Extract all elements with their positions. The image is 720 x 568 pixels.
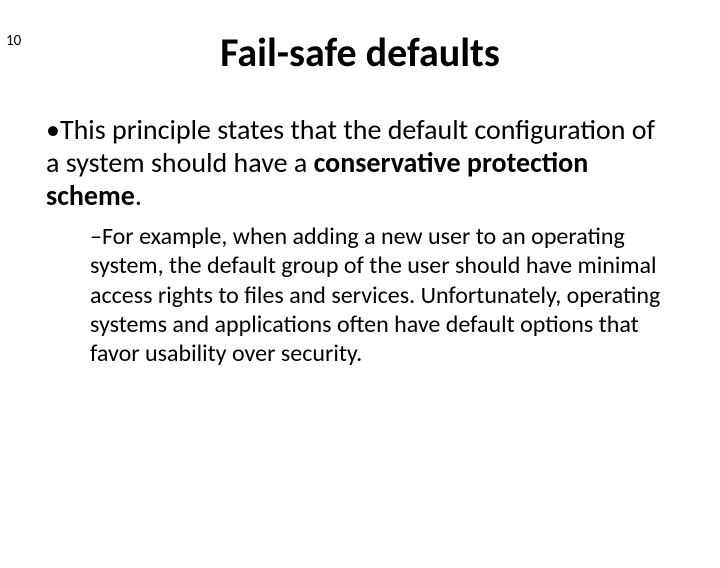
slide-title: Fail-safe defaults [0,28,720,77]
slide-body: •This principle states that the default … [0,113,720,368]
bullet-level-1: •This principle states that the default … [46,113,674,212]
page-number: 10 [6,32,21,50]
bullet-level-2: –For example, when adding a new user to … [46,222,674,368]
bullet-2-text: For example, when adding a new user to a… [90,222,660,368]
slide: 10 Fail-safe defaults •This principle st… [0,28,720,568]
bullet-mark-icon: • [46,112,60,147]
dash-icon: – [90,222,102,251]
bullet-1-text-tail: . [135,178,142,213]
